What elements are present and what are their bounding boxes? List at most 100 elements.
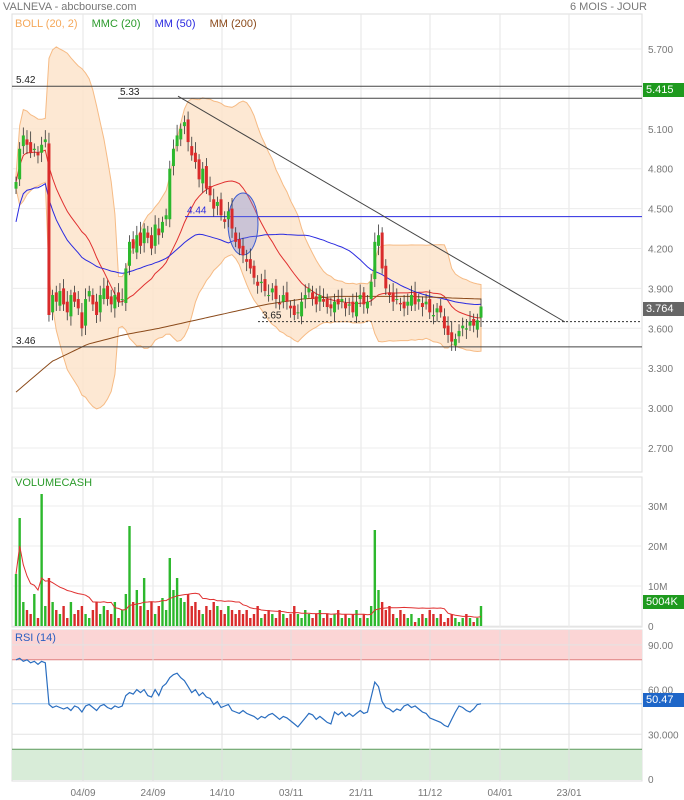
volume-bar [454,618,457,626]
volume-bar [238,610,241,626]
volume-bar [278,610,281,626]
volume-bar [289,614,292,626]
volume-bar [205,606,208,626]
volume-bar [461,618,464,626]
chart-canvas[interactable]: 5.7005.4005.1004.8004.5004.2003.9003.600… [0,0,684,800]
candle-body [344,303,348,309]
volume-bar [479,606,483,626]
candle-body [406,301,410,306]
annotation-label: 5.42 [16,75,36,86]
candle-body [461,325,465,329]
candle-body [208,185,212,196]
candle-body [270,288,274,293]
candle-body [281,295,285,302]
candle-body [325,299,329,308]
candle-body [446,325,450,335]
volume-bar [22,602,25,626]
candle-body [373,241,377,280]
volume-bar [260,618,263,626]
candle-body [267,295,271,297]
rsi-badge: 50.47 [643,693,684,707]
volume-bar [282,614,285,626]
candle-body [365,301,369,309]
candle-body [252,265,256,278]
annotation-label: 5.33 [120,87,140,98]
candle-body [223,219,227,222]
candle-body [135,235,139,253]
candle-body [384,265,388,289]
volume-bar [384,610,388,626]
volume-bar [362,614,366,626]
candle-body [21,135,25,147]
chart-title: VALNEVA - abcbourse.com [3,1,137,13]
candle-body [387,292,391,296]
candle-body [87,291,91,297]
candle-body [80,312,84,329]
volume-tick-label: 30M [648,502,667,513]
volume-bar [304,610,307,626]
candle-body [420,303,424,308]
candle-body [98,295,102,313]
volume-bar [29,614,32,626]
volume-bar [245,610,248,626]
volume-bar [40,494,43,626]
candle-body [91,295,95,305]
candle-body [428,299,432,313]
period-selector[interactable]: 6 MOIS - JOUR [570,1,647,13]
volume-bar [55,610,58,626]
volume-bar [358,618,362,626]
candle-body [168,168,172,220]
volume-bar [33,594,36,626]
candle-body [113,295,117,309]
candle-body [109,296,113,305]
volume-bar [216,606,219,626]
annotation-label: 4.44 [187,206,207,217]
volume-bar [172,590,175,626]
volume-bar [377,590,380,626]
volume-bar [293,606,296,626]
volume-bar [347,618,351,626]
candle-body [303,295,307,300]
candle-body [124,268,128,304]
current-price-badge: 3.764 [643,302,684,316]
volume-bar [25,610,29,626]
candle-body [43,139,47,143]
volume-bar [95,602,98,626]
price-tick-label: 3.000 [648,404,673,415]
legend: BOLL (20, 2) MMC (20) MM (50) MM (200) [15,18,257,30]
volume-bar [234,614,237,626]
volume-bar [315,614,318,626]
candle-body [197,159,201,180]
candle-body [439,305,443,313]
volume-bar [88,618,91,626]
candle-body [182,122,186,127]
candle-body [358,295,362,300]
candle-body [475,320,479,330]
volume-bar [194,602,197,626]
date-tick-label: 04/01 [487,788,512,799]
volume-bar [150,602,153,626]
candle-body [289,305,293,309]
volume-tick-label: 20M [648,542,667,553]
volume-bar [84,614,87,626]
candle-body [274,285,278,300]
volume-bar [468,618,472,626]
legend-boll: BOLL (20, 2) [15,18,78,30]
volume-bar [369,606,373,626]
volume-bar [62,606,65,626]
volume-title: VOLUMECASH [15,477,93,489]
volume-bar [391,614,395,626]
volume-bar [18,518,21,626]
volume-bar [44,606,47,626]
volume-bar [58,614,62,626]
candle-body [300,301,304,317]
volume-bar [271,614,274,626]
volume-bar [227,606,230,626]
candle-body [146,232,150,238]
candle-body [186,119,190,143]
volume-bar [421,614,424,626]
candle-body [160,221,164,233]
volume-bar [406,618,409,626]
candle-body [237,239,241,249]
date-tick-label: 11/12 [418,788,443,799]
